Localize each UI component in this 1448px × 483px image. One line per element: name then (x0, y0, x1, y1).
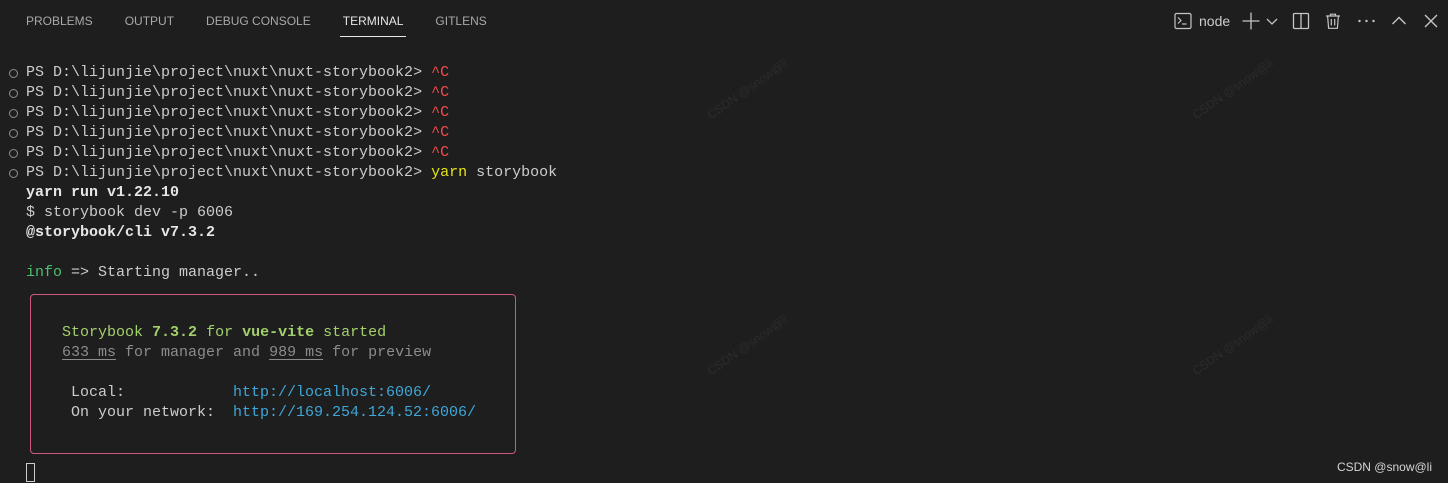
plus-icon[interactable] (1241, 11, 1261, 31)
yarn-run-header: yarn run v1.22.10 (26, 184, 180, 201)
prompt-path: PS D:\lijunjie\project\nuxt\nuxt-storybo… (26, 64, 423, 81)
command-decoration-icon[interactable] (9, 108, 18, 118)
tab-debug-console[interactable]: DEBUG CONSOLE (203, 0, 314, 38)
network-url-link[interactable]: http://169.254.124.52:6006/ (233, 404, 476, 421)
url-label-network: On your network: (71, 404, 216, 421)
terminal-selector[interactable]: node (1174, 10, 1230, 32)
prompt-line: PS D:\lijunjie\project\nuxt\nuxt-storybo… (9, 63, 1426, 83)
command-decoration-icon[interactable] (9, 68, 18, 78)
command-name: yarn (431, 164, 468, 181)
prompt-line: PS D:\lijunjie\project\nuxt\nuxt-storybo… (9, 143, 1426, 163)
url-label-local: Local: (71, 384, 126, 401)
prompt-line: PS D:\lijunjie\project\nuxt\nuxt-storybo… (9, 103, 1426, 123)
ellipsis-icon[interactable] (1357, 12, 1375, 30)
log-message: => Starting manager.. (71, 264, 261, 281)
command-args: storybook (476, 164, 558, 181)
preview-time: 989 ms (269, 344, 324, 361)
prompt-path: PS D:\lijunjie\project\nuxt\nuxt-storybo… (26, 164, 423, 181)
log-line: info => Starting manager.. (26, 263, 1426, 283)
interrupt-input: ^C (431, 64, 450, 81)
tab-gitlens[interactable]: GITLENS (432, 0, 489, 38)
interrupt-input: ^C (431, 84, 450, 101)
url-row-network: On your network: http://169.254.124.52:60… (26, 403, 1426, 423)
local-url-link[interactable]: http://localhost:6006/ (233, 384, 431, 401)
command-decoration-icon[interactable] (9, 148, 18, 158)
startup-connector: for (206, 324, 234, 341)
prompt-line: PS D:\lijunjie\project\nuxt\nuxt-storybo… (9, 123, 1426, 143)
prompt-line: PS D:\lijunjie\project\nuxt\nuxt-storybo… (9, 163, 1426, 183)
cli-version-line: @storybook/cli v7.3.2 (26, 224, 216, 241)
startup-timing: 633 ms for manager and 989 ms for previe… (26, 343, 1426, 363)
startup-status: started (323, 324, 387, 341)
prompt-path: PS D:\lijunjie\project\nuxt\nuxt-storybo… (26, 144, 423, 161)
terminal-icon (1174, 12, 1192, 30)
csdn-watermark: CSDN @snow@li (1336, 460, 1432, 474)
command-decoration-icon[interactable] (9, 168, 18, 178)
tab-terminal[interactable]: TERMINAL (339, 0, 407, 38)
tab-output[interactable]: OUTPUT (122, 0, 177, 38)
prompt-path: PS D:\lijunjie\project\nuxt\nuxt-storybo… (26, 124, 423, 141)
terminal-cursor (26, 463, 35, 482)
panel-tab-bar: PROBLEMS OUTPUT DEBUG CONSOLE TERMINAL G… (23, 0, 490, 38)
prompt-path: PS D:\lijunjie\project\nuxt\nuxt-storybo… (26, 104, 423, 121)
command-decoration-icon[interactable] (9, 88, 18, 98)
interrupt-input: ^C (431, 144, 450, 161)
close-icon[interactable] (1423, 13, 1439, 29)
prompt-path: PS D:\lijunjie\project\nuxt\nuxt-storybo… (26, 84, 423, 101)
manager-label: for manager and (125, 344, 261, 361)
prompt-cursor-line (26, 463, 1426, 483)
chevron-up-icon[interactable] (1391, 13, 1407, 29)
chevron-down-icon[interactable] (1265, 15, 1279, 27)
interrupt-input: ^C (431, 124, 450, 141)
prompt-line: PS D:\lijunjie\project\nuxt\nuxt-storybo… (9, 83, 1426, 103)
split-terminal-icon[interactable] (1292, 12, 1310, 30)
trash-icon[interactable] (1324, 12, 1342, 30)
command-decoration-icon[interactable] (9, 128, 18, 138)
tab-problems[interactable]: PROBLEMS (23, 0, 96, 38)
interrupt-input: ^C (431, 104, 450, 121)
startup-product: Storybook (62, 324, 144, 341)
startup-title: Storybook 7.3.2 for vue-vite started (26, 323, 1426, 343)
log-level: info (26, 264, 63, 281)
terminal-selector-label: node (1199, 13, 1231, 29)
startup-framework: vue-vite (242, 324, 315, 341)
script-line: $ storybook dev -p 6006 (26, 204, 234, 221)
startup-version: 7.3.2 (152, 324, 198, 341)
manager-time: 633 ms (62, 344, 117, 361)
terminal-output[interactable]: PS D:\lijunjie\project\nuxt\nuxt-storybo… (9, 63, 1426, 483)
preview-label: for preview (332, 344, 432, 361)
url-row-local: Local: http://localhost:6006/ (26, 383, 1426, 403)
